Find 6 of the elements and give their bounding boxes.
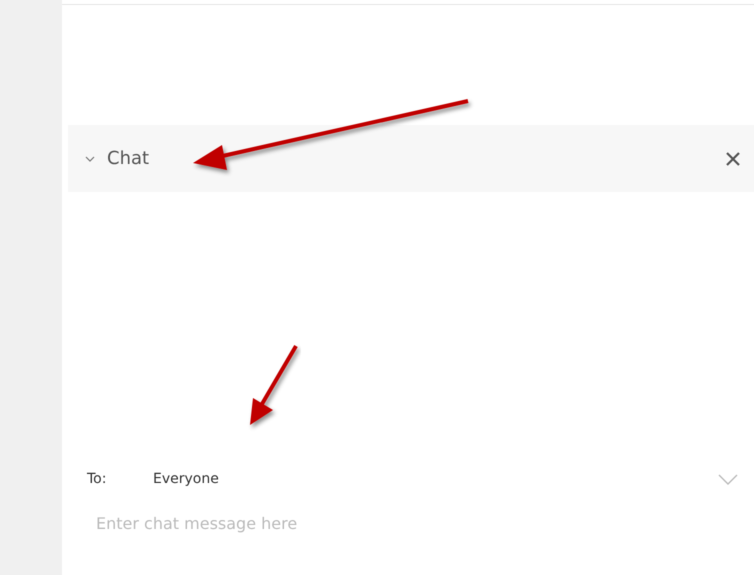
recipient-label: To: <box>87 471 108 487</box>
panel-title: Chat <box>107 148 150 169</box>
recipient-value[interactable]: Everyone <box>153 471 718 487</box>
close-icon[interactable] <box>726 152 740 166</box>
message-field[interactable]: Enter chat message here <box>96 514 496 533</box>
chevron-down-icon[interactable] <box>85 154 95 164</box>
